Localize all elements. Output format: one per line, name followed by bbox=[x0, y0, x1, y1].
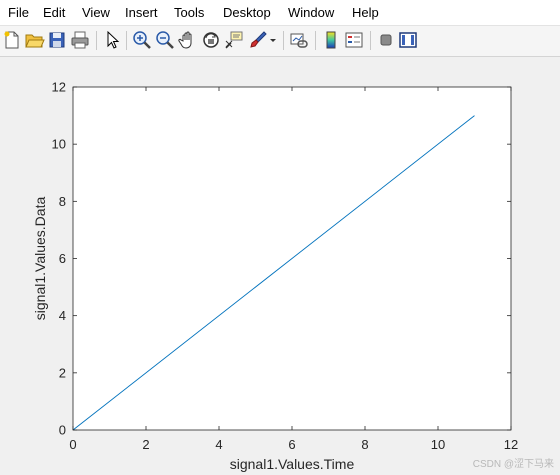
watermark-text: CSDN @涩下马来 bbox=[472, 459, 554, 470]
y-tick-label: 0 bbox=[59, 423, 66, 438]
menu-tools[interactable]: Tools bbox=[174, 5, 204, 20]
pointer-icon[interactable] bbox=[101, 29, 123, 51]
toolbar-separator bbox=[126, 31, 127, 50]
show-plot-tools-icon[interactable] bbox=[397, 29, 419, 51]
menu-view[interactable]: View bbox=[82, 5, 110, 20]
hide-plot-tools-icon[interactable] bbox=[375, 29, 397, 51]
brush-icon[interactable] bbox=[247, 29, 269, 51]
y-tick-label: 4 bbox=[59, 308, 66, 323]
x-tick-label: 0 bbox=[69, 437, 76, 452]
new-file-icon[interactable] bbox=[1, 29, 23, 51]
pan-hand-icon[interactable] bbox=[177, 29, 199, 51]
menu-desktop[interactable]: Desktop bbox=[223, 5, 271, 20]
figure-canvas: 0 2 4 6 8 10 12 0 2 4 6 8 10 12 signal1.Values.Time s… bbox=[0, 57, 560, 475]
x-tick-label: 2 bbox=[142, 437, 149, 452]
figure-toolbar bbox=[0, 25, 560, 57]
x-tick-label: 8 bbox=[361, 437, 368, 452]
legend-icon[interactable] bbox=[343, 29, 365, 51]
zoom-in-icon[interactable] bbox=[131, 29, 153, 51]
menu-help[interactable]: Help bbox=[352, 5, 379, 20]
zoom-out-icon[interactable] bbox=[154, 29, 176, 51]
line-plot: 0 2 4 6 8 10 12 0 2 4 6 8 10 12 signal1.Values.Time s… bbox=[32, 80, 518, 473]
rotate-3d-icon[interactable] bbox=[200, 29, 222, 51]
x-tick-label: 4 bbox=[215, 437, 222, 452]
print-icon[interactable] bbox=[69, 29, 91, 51]
toolbar-separator bbox=[283, 31, 284, 50]
menu-file[interactable]: File bbox=[8, 5, 29, 20]
menu-bar: File Edit View Insert Tools Desktop Wind… bbox=[0, 0, 560, 25]
y-axis-label: signal1.Values.Data bbox=[32, 197, 48, 321]
chevron-down-icon[interactable] bbox=[268, 29, 278, 51]
toolbar-separator bbox=[370, 31, 371, 50]
x-tick-label: 6 bbox=[288, 437, 295, 452]
menu-edit[interactable]: Edit bbox=[43, 5, 65, 20]
y-tick-label: 12 bbox=[52, 80, 66, 95]
y-tick-label: 6 bbox=[59, 251, 66, 266]
toolbar-separator bbox=[315, 31, 316, 50]
link-plot-icon[interactable] bbox=[288, 29, 310, 51]
menu-insert[interactable]: Insert bbox=[125, 5, 158, 20]
menu-window[interactable]: Window bbox=[288, 5, 334, 20]
y-tick-label: 8 bbox=[59, 194, 66, 209]
x-tick-label: 10 bbox=[431, 437, 445, 452]
toolbar-separator bbox=[96, 31, 97, 50]
open-folder-icon[interactable] bbox=[23, 29, 45, 51]
colorbar-icon[interactable] bbox=[320, 29, 342, 51]
y-tick-label: 2 bbox=[59, 365, 66, 380]
data-cursor-icon[interactable] bbox=[223, 29, 245, 51]
y-tick-label: 10 bbox=[52, 137, 66, 152]
x-axis-label: signal1.Values.Time bbox=[230, 456, 355, 472]
save-icon[interactable] bbox=[46, 29, 68, 51]
x-tick-label: 12 bbox=[504, 437, 518, 452]
